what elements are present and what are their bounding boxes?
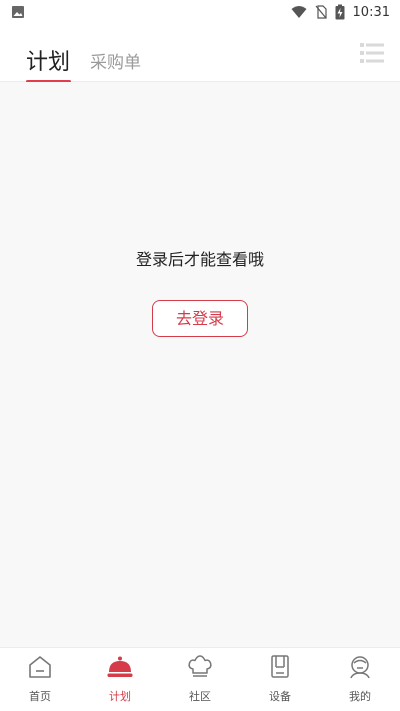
tabbar-item-plan[interactable]: 计划 — [80, 648, 160, 711]
wifi-icon — [291, 6, 307, 18]
tabbar-item-home[interactable]: 首页 — [0, 648, 80, 711]
login-button[interactable]: 去登录 — [152, 300, 248, 337]
top-tab-header: 计划 采购单 — [0, 24, 400, 83]
main-content: 登录后才能查看哦 去登录 — [0, 82, 400, 647]
battery-charging-icon — [335, 4, 345, 20]
status-icons: 10:31 — [291, 3, 390, 21]
bottom-tab-bar: 首页 计划 社区 设备 我的 — [0, 647, 400, 711]
status-time: 10:31 — [352, 4, 390, 20]
tabbar-label-device: 设备 — [269, 690, 291, 703]
cloche-icon — [107, 656, 133, 677]
image-icon — [12, 6, 24, 18]
tabbar-item-community[interactable]: 社区 — [160, 648, 240, 711]
status-bar: 10:31 — [0, 0, 400, 24]
tabbar-label-community: 社区 — [189, 690, 211, 703]
no-sim-icon — [315, 5, 327, 19]
tabbar-label-mine: 我的 — [349, 690, 371, 703]
login-required-message: 登录后才能查看哦 — [135, 250, 264, 269]
tabbar-label-home: 首页 — [29, 690, 51, 703]
home-icon — [29, 656, 51, 678]
tabbar-item-device[interactable]: 设备 — [240, 648, 320, 711]
device-icon — [271, 655, 289, 678]
tab-plan[interactable]: 计划 — [26, 44, 70, 76]
chef-hat-icon — [188, 655, 212, 677]
tabbar-label-plan: 计划 — [109, 690, 131, 703]
tabbar-item-mine[interactable]: 我的 — [320, 648, 400, 711]
profile-icon — [350, 656, 370, 679]
list-icon[interactable] — [360, 42, 384, 64]
tab-shopping-list[interactable]: 采购单 — [90, 48, 141, 73]
